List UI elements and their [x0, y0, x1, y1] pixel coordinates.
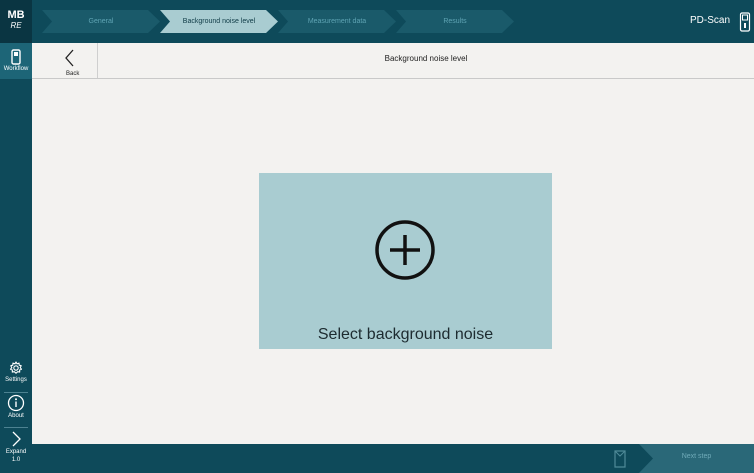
plus-circle-icon	[375, 220, 435, 280]
workflow-button[interactable]: Workflow	[0, 43, 32, 79]
bottom-bar: Next step	[32, 444, 754, 473]
back-button[interactable]: Back	[32, 43, 98, 78]
step-measurement-data[interactable]: Measurement data	[278, 10, 396, 33]
select-background-noise-card[interactable]: Select background noise	[259, 173, 552, 349]
next-step-button[interactable]: Next step	[639, 444, 754, 473]
next-step-label: Next step	[681, 453, 712, 460]
sub-header: Back Background noise level	[32, 43, 754, 79]
about-button[interactable]: About	[0, 393, 32, 427]
expand-label: Expand	[5, 449, 27, 455]
settings-label: Settings	[5, 377, 27, 383]
logo-line1: MB	[7, 9, 25, 21]
step-general[interactable]: General	[42, 10, 160, 33]
logo-line2: RE	[10, 21, 22, 30]
left-rail: MB RE Workflow Settings About Expand 1.0	[0, 0, 32, 473]
page-title: Background noise level	[384, 54, 468, 63]
back-label: Back	[66, 71, 80, 77]
settings-button[interactable]: Settings	[0, 358, 32, 392]
expand-button[interactable]: Expand 1.0	[0, 428, 32, 473]
top-bar: General Background noise level Measureme…	[32, 0, 754, 43]
step-label: General	[88, 18, 114, 25]
select-background-noise-label: Select background noise	[317, 326, 494, 343]
workflow-label: Workflow	[3, 66, 29, 72]
document-icon	[614, 450, 626, 468]
step-label: Measurement data	[307, 18, 367, 25]
step-label: Background noise level	[182, 18, 256, 25]
step-background-noise-level[interactable]: Background noise level	[160, 10, 278, 33]
app-logo: MB RE	[0, 0, 32, 43]
app-name: PD-Scan	[689, 15, 730, 26]
version-label: 1.0	[11, 457, 21, 463]
step-results[interactable]: Results	[396, 10, 514, 33]
step-label: Results	[443, 18, 467, 25]
device-icon	[739, 12, 751, 32]
device-icon	[11, 49, 21, 65]
chevron-left-icon	[65, 49, 74, 67]
about-label: About	[8, 413, 24, 419]
gear-icon	[9, 361, 23, 374]
info-icon	[7, 394, 25, 412]
chevron-right-icon	[12, 431, 21, 447]
